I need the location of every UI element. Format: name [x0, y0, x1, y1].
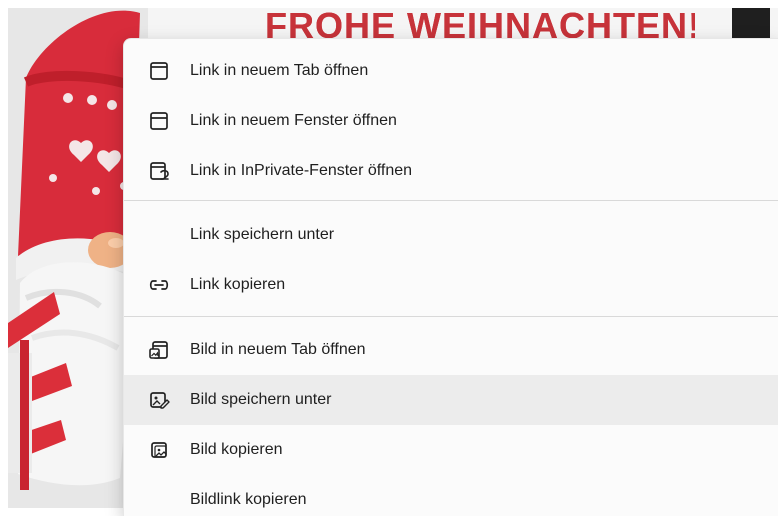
menu-item-label: Link speichern unter [190, 226, 335, 243]
menu-item-label: Bildlink kopieren [190, 491, 307, 508]
menu-item-open-link-new-window[interactable]: Link in neuem Fenster öffnen [124, 96, 778, 146]
menu-item-copy-image[interactable]: Bild kopieren [124, 425, 778, 475]
browser-content-area: FROHE WEIHNACHTEN! Link in neuem Tab öff… [0, 0, 778, 516]
menu-item-open-link-inprivate-window[interactable]: Link in InPrivate-Fenster öffnen [124, 146, 778, 196]
menu-divider [124, 200, 778, 201]
menu-item-label: Link kopieren [190, 276, 286, 293]
menu-item-save-image-as[interactable]: Bild speichern unter [124, 375, 778, 425]
menu-item-label: Bild in neuem Tab öffnen [190, 341, 366, 358]
menu-item-label: Link in neuem Fenster öffnen [190, 112, 397, 129]
menu-divider [124, 316, 778, 317]
menu-item-copy-image-link[interactable]: Bildlink kopieren [124, 475, 778, 516]
menu-item-copy-link[interactable]: Link kopieren [124, 260, 778, 310]
empty-icon-space [146, 487, 172, 513]
new-window-icon [146, 108, 172, 134]
menu-item-label: Link in InPrivate-Fenster öffnen [190, 162, 413, 179]
menu-item-open-link-new-tab[interactable]: Link in neuem Tab öffnen [124, 46, 778, 96]
dark-page-element [732, 8, 770, 40]
empty-icon-space [146, 222, 172, 248]
link-icon [146, 272, 172, 298]
inprivate-window-icon [146, 158, 172, 184]
image-save-icon [146, 387, 172, 413]
menu-item-open-image-new-tab[interactable]: Bild in neuem Tab öffnen [124, 325, 778, 375]
new-tab-icon [146, 58, 172, 84]
menu-item-label: Bild speichern unter [190, 391, 332, 408]
menu-item-label: Bild kopieren [190, 441, 283, 458]
menu-item-save-link-as[interactable]: Link speichern unter [124, 210, 778, 260]
context-menu: Link in neuem Tab öffnen Link in neuem F… [123, 38, 778, 516]
image-copy-icon [146, 437, 172, 463]
image-new-tab-icon [146, 337, 172, 363]
menu-item-label: Link in neuem Tab öffnen [190, 62, 369, 79]
